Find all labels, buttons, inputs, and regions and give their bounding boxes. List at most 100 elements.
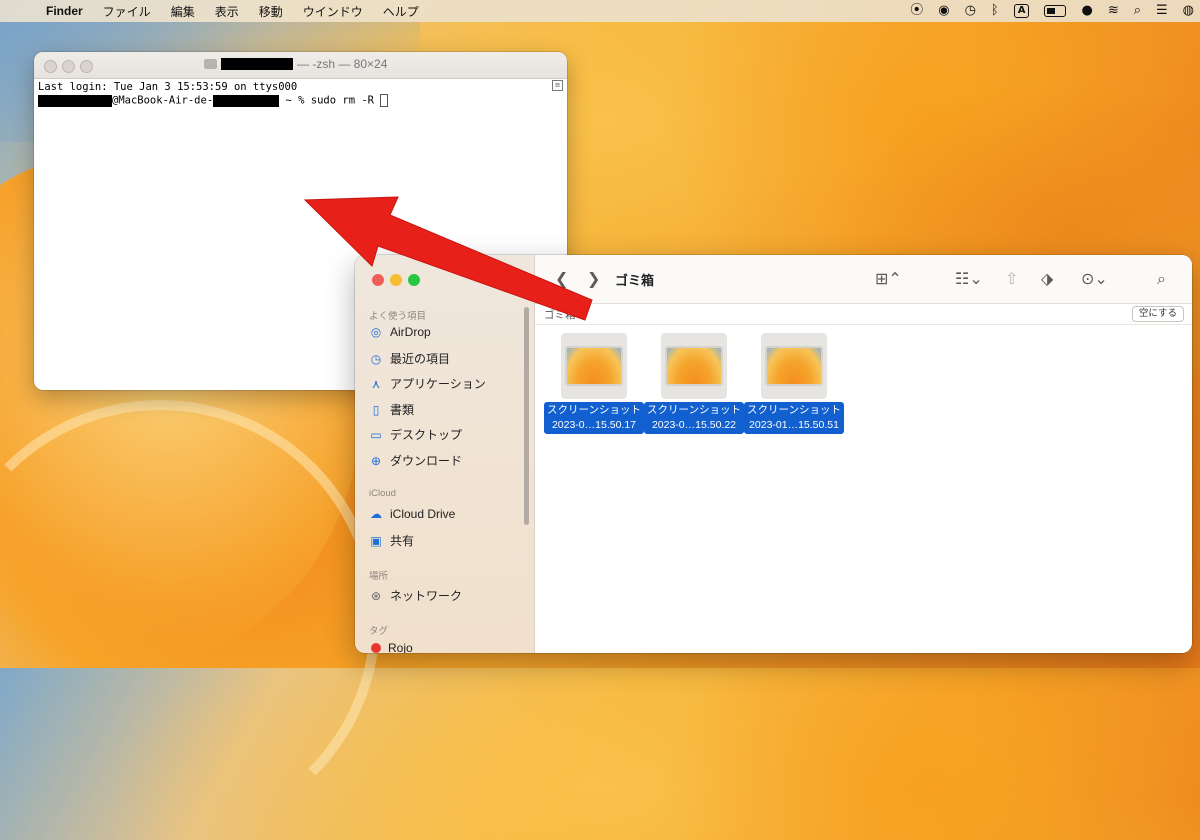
network-icon: ⊛: [370, 588, 382, 603]
spotlight-search-icon[interactable]: ⌕: [1134, 0, 1141, 22]
file-name-line2: 2023-0…15.50.17: [551, 419, 637, 431]
terminal-minimize-button[interactable]: [62, 60, 75, 73]
time-machine-icon[interactable]: ◷: [965, 0, 976, 22]
forward-button[interactable]: ❯: [587, 269, 600, 289]
redacted-user: [38, 94, 112, 107]
sidebar-item-label: 共有: [390, 534, 415, 548]
screenshot-preview-icon: [665, 346, 723, 386]
empty-trash-button[interactable]: 空にする: [1131, 306, 1184, 322]
menu-go[interactable]: 移動: [249, 3, 293, 20]
sidebar-item-label: iCloud Drive: [390, 507, 456, 521]
more-actions-icon[interactable]: ⊙⌄: [1081, 269, 1108, 289]
sidebar-header-favorites: よく使う項目: [369, 311, 427, 322]
menu-app-name[interactable]: Finder: [36, 4, 93, 18]
shared-folder-icon: ▣: [370, 533, 382, 548]
terminal-last-login: Last login: Tue Jan 3 15:53:59 on ttys00…: [38, 81, 298, 93]
menu-edit[interactable]: 編集: [161, 3, 205, 20]
sidebar-item-label: ネットワーク: [390, 589, 463, 603]
trash-header-bar: ゴミ箱 空にする: [535, 304, 1192, 325]
terminal-title: — -zsh — 80×24: [204, 57, 387, 71]
file-name-line2: 2023-01…15.50.51: [749, 419, 839, 431]
sidebar-item-icloud-drive[interactable]: ☁ iCloud Drive: [369, 507, 455, 521]
battery-icon[interactable]: [1044, 5, 1067, 17]
group-by-icon[interactable]: ☷⌄: [955, 269, 983, 289]
file-label: スクリーンショット 2023-0…15.50.22: [644, 402, 744, 434]
search-icon[interactable]: ⌕: [1157, 269, 1166, 289]
input-source-icon[interactable]: A: [1013, 4, 1030, 18]
finder-toolbar: ❮ ❯ ゴミ箱 ⊞⌃ ☷⌄ ⇧ ⬗ ⊙⌄ ⌕: [535, 255, 1192, 304]
prompt-command: ~ % sudo rm -R: [279, 94, 381, 107]
finder-zoom-button[interactable]: [408, 274, 420, 286]
applications-icon: ⋏: [371, 376, 381, 391]
control-center-icon[interactable]: ☰: [1156, 0, 1168, 22]
sidebar-item-label: Rojo: [388, 641, 413, 653]
scroll-marker-icon[interactable]: ≡: [552, 80, 563, 91]
sidebar-item-tag-red[interactable]: Rojo: [369, 641, 413, 653]
user-icon[interactable]: ●: [1081, 0, 1092, 22]
finder-close-button[interactable]: [372, 274, 384, 286]
file-label: スクリーンショット 2023-01…15.50.51: [744, 402, 844, 434]
sidebar-item-label: 書類: [390, 403, 415, 417]
privacy-indicator-icon[interactable]: ⦿: [910, 0, 923, 22]
red-tag-icon: [371, 643, 381, 653]
airdrop-icon: ◎: [370, 325, 382, 339]
sidebar-item-recents[interactable]: ◷ 最近の項目: [369, 350, 450, 367]
file-item[interactable]: スクリーンショット 2023-0…15.50.22: [644, 333, 744, 434]
clock-icon: ◷: [370, 351, 382, 366]
file-name-line2: 2023-0…15.50.22: [651, 419, 737, 431]
file-thumbnail: [661, 333, 727, 399]
finder-sidebar: よく使う項目 ◎ AirDrop ◷ 最近の項目 ⋏ アプリケーション ▯ 書類…: [355, 255, 535, 653]
finder-minimize-button[interactable]: [390, 274, 402, 286]
file-name-line1: スクリーンショット: [647, 404, 741, 416]
redacted-host: [213, 94, 280, 107]
file-name-line1: スクリーンショット: [747, 404, 841, 416]
airplay-icon[interactable]: ◉: [938, 0, 949, 22]
terminal-content[interactable]: Last login: Tue Jan 3 15:53:59 on ttys00…: [34, 79, 567, 110]
screenshot-preview-icon: [765, 346, 823, 386]
wifi-icon[interactable]: ≋: [1108, 0, 1119, 22]
terminal-title-suffix: — -zsh — 80×24: [297, 57, 388, 71]
menu-help[interactable]: ヘルプ: [373, 3, 429, 20]
sidebar-item-documents[interactable]: ▯ 書類: [369, 401, 414, 418]
file-item[interactable]: スクリーンショット 2023-0…15.50.17: [544, 333, 644, 434]
menu-file[interactable]: ファイル: [93, 3, 161, 20]
sidebar-item-applications[interactable]: ⋏ アプリケーション: [369, 375, 486, 392]
text-cursor: [380, 94, 389, 107]
sidebar-item-airdrop[interactable]: ◎ AirDrop: [369, 325, 431, 339]
sidebar-item-shared[interactable]: ▣ 共有: [369, 532, 414, 549]
menu-window[interactable]: ウインドウ: [293, 3, 373, 20]
sidebar-item-label: デスクトップ: [390, 428, 463, 442]
file-thumbnail: [761, 333, 827, 399]
menu-bar: Finder ファイル 編集 表示 移動 ウインドウ ヘルプ ⦿ ◉ ◷ ᛒ A…: [0, 0, 1200, 22]
menu-view[interactable]: 表示: [205, 3, 249, 20]
sidebar-item-downloads[interactable]: ⊕ ダウンロード: [369, 452, 462, 469]
finder-window: よく使う項目 ◎ AirDrop ◷ 最近の項目 ⋏ アプリケーション ▯ 書類…: [355, 255, 1192, 653]
siri-icon[interactable]: ◍: [1183, 0, 1194, 22]
bluetooth-icon[interactable]: ᛒ: [991, 0, 999, 22]
status-area: ⦿ ◉ ◷ ᛒ A ● ≋ ⌕ ☰ ◍: [910, 0, 1194, 22]
sidebar-item-desktop[interactable]: ▭ デスクトップ: [369, 426, 462, 443]
terminal-close-button[interactable]: [44, 60, 57, 73]
share-icon[interactable]: ⇧: [1005, 269, 1018, 289]
sidebar-header-tags: タグ: [369, 626, 389, 637]
back-button[interactable]: ❮: [555, 269, 568, 289]
view-mode-icon[interactable]: ⊞⌃: [875, 269, 902, 289]
sidebar-item-label: 最近の項目: [390, 352, 451, 366]
terminal-titlebar[interactable]: — -zsh — 80×24: [34, 52, 567, 79]
sidebar-item-label: ダウンロード: [390, 454, 463, 468]
sidebar-header-locations: 場所: [369, 571, 389, 582]
tag-icon[interactable]: ⬗: [1041, 269, 1053, 289]
sidebar-item-label: アプリケーション: [390, 377, 486, 391]
download-icon: ⊕: [370, 453, 382, 468]
file-item[interactable]: スクリーンショット 2023-01…15.50.51: [744, 333, 844, 434]
sidebar-item-network[interactable]: ⊛ ネットワーク: [369, 587, 462, 604]
terminal-zoom-button[interactable]: [80, 60, 93, 73]
sidebar-scrollbar[interactable]: [524, 307, 529, 525]
terminal-prompt-line: @MacBook-Air-de- ~ % sudo rm -R: [38, 94, 563, 108]
folder-icon: [204, 59, 217, 69]
file-thumbnail: [561, 333, 627, 399]
screenshot-preview-icon: [565, 346, 623, 386]
trash-label: ゴミ箱: [544, 309, 576, 321]
cloud-icon: ☁: [370, 507, 382, 521]
sidebar-item-label: AirDrop: [390, 325, 431, 339]
